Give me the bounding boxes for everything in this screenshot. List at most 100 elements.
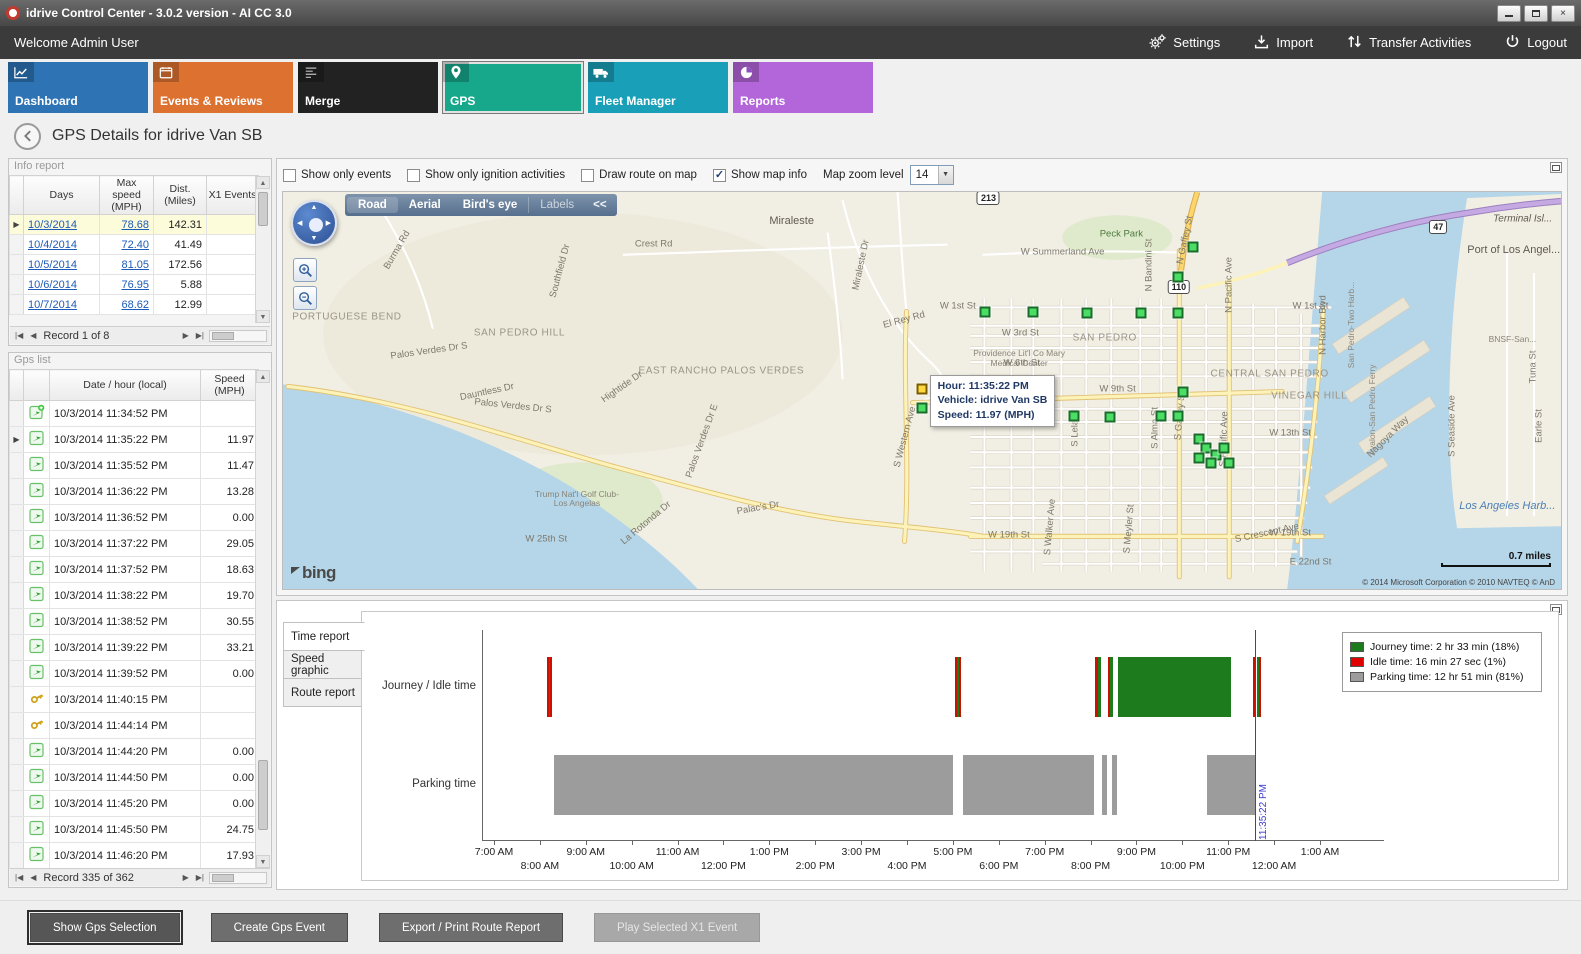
info-report-row[interactable]: 10/7/201468.6212.99: [10, 295, 259, 315]
scroll-down-icon[interactable]: ▼: [256, 310, 270, 323]
gps-marker[interactable]: [1028, 307, 1039, 318]
back-button[interactable]: [14, 123, 41, 150]
gps-list-row[interactable]: ▶10/3/2014 11:35:22 PM11.97: [10, 427, 259, 453]
checkbox-show-only-ignition-activities[interactable]: Show only ignition activities: [407, 169, 565, 182]
topbar-action-logout[interactable]: Logout: [1505, 34, 1567, 52]
gps-list-row[interactable]: 10/3/2014 11:39:52 PM0.00: [10, 661, 259, 687]
gps-list-scrollbar[interactable]: ▲ ▼: [255, 370, 270, 868]
map-compass-control[interactable]: ▲ ▼ ◀ ▶: [291, 200, 337, 246]
report-tab-speed-graphic[interactable]: Speed graphic: [283, 650, 363, 679]
pan-down-icon[interactable]: ▼: [311, 235, 318, 242]
maximize-button[interactable]: [1524, 5, 1548, 22]
next-record-button[interactable]: ▶: [181, 331, 191, 340]
checkbox-show-map-info[interactable]: ✓Show map info: [713, 169, 807, 182]
prev-record-button[interactable]: ◀: [28, 873, 38, 882]
gps-list-row[interactable]: 10/3/2014 11:46:20 PM17.93: [10, 843, 259, 869]
nav-tab-gps[interactable]: GPS: [443, 62, 583, 113]
gps-list-row[interactable]: 10/3/2014 11:37:22 PM29.05: [10, 531, 259, 557]
gps-marker[interactable]: [1135, 308, 1146, 319]
map-view-tab-road[interactable]: Road: [347, 197, 398, 213]
checkbox-checked-icon[interactable]: ✓: [713, 169, 726, 182]
zoom-out-button[interactable]: [293, 286, 317, 310]
info-report-row[interactable]: 10/5/201481.05172.56: [10, 255, 259, 275]
map-tabs-collapse-button[interactable]: <<: [585, 197, 614, 213]
col-x1-events[interactable]: X1 Events: [207, 176, 259, 215]
map-panel-collapse-button[interactable]: [1550, 162, 1562, 173]
create-gps-event-button[interactable]: Create Gps Event: [211, 913, 348, 942]
topbar-action-settings[interactable]: Settings: [1149, 34, 1220, 52]
col-speed[interactable]: Speed (MPH): [201, 370, 259, 401]
compass-hub[interactable]: [309, 218, 323, 232]
col-days[interactable]: Days: [24, 176, 100, 215]
nav-tab-merge[interactable]: Merge: [298, 62, 438, 113]
gps-list-row[interactable]: 10/3/2014 11:39:22 PM33.21: [10, 635, 259, 661]
minimize-button[interactable]: [1497, 5, 1521, 22]
chevron-down-icon[interactable]: ▼: [938, 166, 953, 184]
gps-marker[interactable]: [1081, 308, 1092, 319]
gps-list-row[interactable]: 10/3/2014 11:35:52 PM11.47: [10, 453, 259, 479]
max-speed-link[interactable]: 78.68: [121, 219, 149, 231]
checkbox-draw-route-on-map[interactable]: Draw route on map: [581, 169, 697, 182]
day-link[interactable]: 10/5/2014: [28, 259, 77, 271]
close-button[interactable]: ×: [1551, 5, 1575, 22]
show-gps-selection-button[interactable]: Show Gps Selection: [30, 913, 180, 942]
scroll-down-icon[interactable]: ▼: [256, 855, 270, 868]
gps-list-row[interactable]: 10/3/2014 11:44:20 PM0.00: [10, 739, 259, 765]
info-report-row[interactable]: ▶10/3/201478.68142.31: [10, 215, 259, 235]
map-view-tab-labels[interactable]: Labels: [528, 197, 585, 213]
first-record-button[interactable]: |◀: [13, 873, 25, 882]
next-record-button[interactable]: ▶: [181, 873, 191, 882]
nav-tab-events-reviews[interactable]: Events & Reviews: [153, 62, 293, 113]
scroll-up-icon[interactable]: ▲: [256, 176, 270, 189]
first-record-button[interactable]: |◀: [13, 331, 25, 340]
info-report-scrollbar[interactable]: ▲ ▼: [255, 176, 270, 323]
topbar-action-transfer-activities[interactable]: Transfer Activities: [1347, 34, 1471, 52]
gps-marker[interactable]: [1172, 272, 1183, 283]
day-link[interactable]: 10/3/2014: [28, 219, 77, 231]
gps-list-row[interactable]: 10/3/2014 11:45:50 PM24.75: [10, 817, 259, 843]
map-view-tab-aerial[interactable]: Aerial: [398, 197, 452, 213]
gps-list-row[interactable]: 10/3/2014 11:36:52 PM0.00: [10, 505, 259, 531]
col-datetime[interactable]: Date / hour (local): [50, 370, 201, 401]
zoom-in-button[interactable]: [293, 258, 317, 282]
gps-list-row[interactable]: 10/3/2014 11:38:22 PM19.70: [10, 583, 259, 609]
col-max-speed[interactable]: Max speed (MPH): [100, 176, 154, 215]
gps-marker[interactable]: [1069, 410, 1080, 421]
gps-marker[interactable]: [917, 403, 928, 414]
nav-tab-reports[interactable]: Reports: [733, 62, 873, 113]
nav-tab-dashboard[interactable]: Dashboard: [8, 62, 148, 113]
map[interactable]: MiralestePeck ParkW Summerland AveCrest …: [282, 191, 1562, 590]
gps-list-row[interactable]: 10/3/2014 11:44:14 PM: [10, 713, 259, 739]
scroll-up-icon[interactable]: ▲: [256, 370, 270, 383]
report-tab-route-report[interactable]: Route report: [283, 678, 363, 707]
info-report-row[interactable]: 10/6/201476.955.88: [10, 275, 259, 295]
gps-list-row[interactable]: 10/3/2014 11:44:50 PM0.00: [10, 765, 259, 791]
checkbox-unchecked-icon[interactable]: [283, 169, 296, 182]
gps-list-row[interactable]: 10/3/2014 11:37:52 PM18.63: [10, 557, 259, 583]
pan-left-icon[interactable]: ◀: [297, 219, 302, 227]
gps-list-row[interactable]: 10/3/2014 11:34:52 PM: [10, 401, 259, 427]
map-zoom-level-select[interactable]: 14▼: [910, 165, 954, 185]
gps-marker[interactable]: [1194, 453, 1205, 464]
pan-up-icon[interactable]: ▲: [311, 204, 318, 211]
checkbox-show-only-events[interactable]: Show only events: [283, 169, 391, 182]
gps-marker-selected[interactable]: [917, 383, 928, 394]
prev-record-button[interactable]: ◀: [28, 331, 38, 340]
max-speed-link[interactable]: 72.40: [121, 239, 149, 251]
topbar-action-import[interactable]: Import: [1254, 34, 1313, 52]
gps-list-row[interactable]: 10/3/2014 11:36:22 PM13.28: [10, 479, 259, 505]
gps-marker[interactable]: [1187, 241, 1198, 252]
report-tab-time-report[interactable]: Time report: [283, 622, 365, 651]
day-link[interactable]: 10/7/2014: [28, 299, 77, 311]
map-view-tab-bird-s-eye[interactable]: Bird's eye: [452, 197, 529, 213]
gps-marker[interactable]: [1172, 308, 1183, 319]
gps-list-row[interactable]: 10/3/2014 11:38:52 PM30.55: [10, 609, 259, 635]
checkbox-unchecked-icon[interactable]: [407, 169, 420, 182]
nav-tab-fleet-manager[interactable]: Fleet Manager: [588, 62, 728, 113]
info-hscrollbar[interactable]: [209, 330, 267, 342]
export-print-route-report-button[interactable]: Export / Print Route Report: [379, 913, 563, 942]
last-record-button[interactable]: ▶|: [194, 873, 206, 882]
gps-marker[interactable]: [1218, 443, 1229, 454]
col-dist[interactable]: Dist. (Miles): [154, 176, 207, 215]
gps-list-row[interactable]: 10/3/2014 11:40:15 PM: [10, 687, 259, 713]
